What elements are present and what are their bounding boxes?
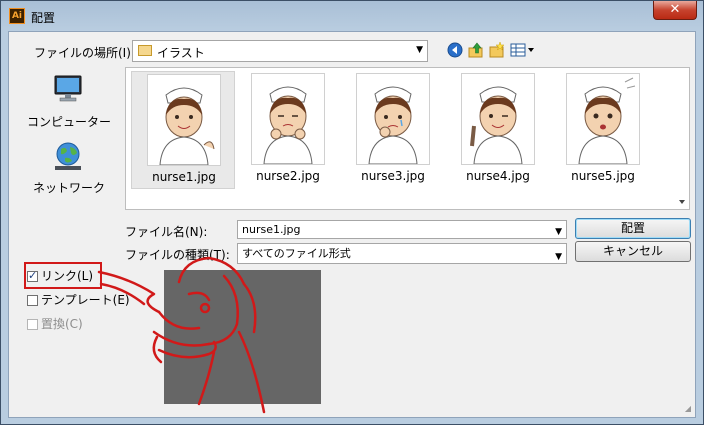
place-dialog-window: Ai 配置 ✕ ファイルの場所(I): イラスト ▼ コンピューター ネットワー… <box>0 0 704 425</box>
illustrator-app-icon: Ai <box>9 8 25 24</box>
window-title: 配置 <box>31 11 56 25</box>
dialog-client-area: ファイルの場所(I): イラスト ▼ コンピューター ネットワーク nurse1… <box>8 31 696 418</box>
title-bar[interactable]: Ai 配置 ✕ <box>1 1 703 31</box>
red-sketch-annotation <box>97 256 266 414</box>
resize-grip[interactable]: ◢ <box>685 404 691 413</box>
close-button[interactable]: ✕ <box>653 1 697 20</box>
